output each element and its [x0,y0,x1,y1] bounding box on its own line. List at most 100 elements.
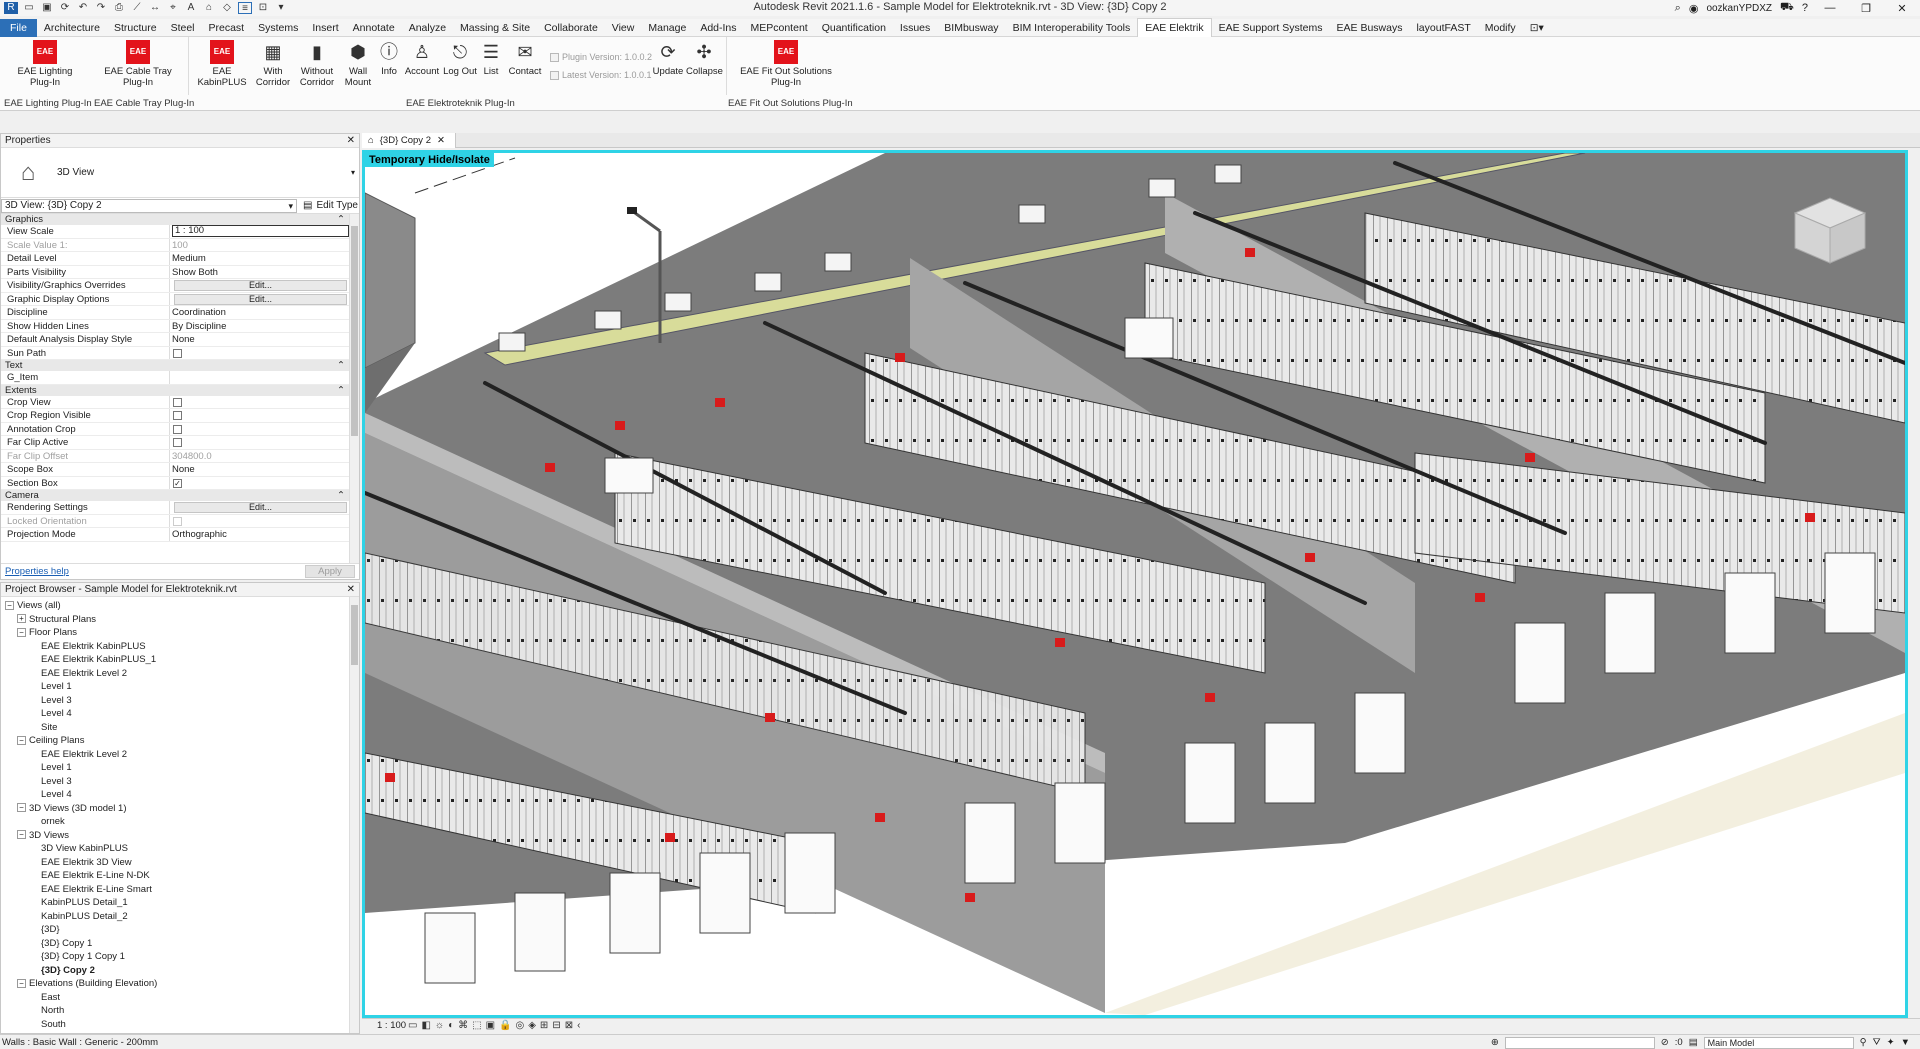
revit-logo-icon[interactable]: R [4,2,18,14]
collapse-node-icon[interactable]: − [17,627,26,637]
browser-tree-item[interactable]: EAE Elektrik 3D View [1,856,359,870]
prop-value[interactable] [170,371,349,384]
collapse-node-icon[interactable]: − [5,600,14,610]
collapse-node-icon[interactable]: − [17,803,26,813]
collapse-group-icon[interactable]: ⌃ [337,360,345,371]
select-pinned-icon[interactable]: ✦ [1887,1037,1895,1048]
rendering-edit-button[interactable]: Edit... [174,502,347,513]
prop-row-view-scale[interactable]: View Scale 1 : 100 [1,225,349,239]
tab-steel[interactable]: Steel [164,19,202,37]
prop-value[interactable]: Orthographic [170,528,349,541]
minimize-button[interactable]: — [1816,2,1844,14]
tab-architecture[interactable]: Architecture [37,19,107,37]
browser-tree-item[interactable]: Level 3 [1,694,359,708]
show-crop-icon[interactable]: ▣ [486,1020,495,1031]
reveal-hidden-icon[interactable]: ◈ [528,1020,536,1031]
prop-row-discipline[interactable]: Discipline Coordination [1,306,349,320]
tab-add-ins[interactable]: Add-Ins [693,19,743,37]
prop-value[interactable]: None [170,463,349,476]
browser-tree-item[interactable]: Level 1 [1,761,359,775]
tab-eae-busways[interactable]: EAE Busways [1330,19,1410,37]
tab-view[interactable]: View [605,19,642,37]
tab-mepcontent[interactable]: MEPcontent [744,19,815,37]
crop-region-checkbox[interactable] [173,411,182,420]
browser-tree-item[interactable]: EAE Elektrik E-Line N-DK [1,869,359,883]
browser-tree-item[interactable]: EAE Elektrik KabinPLUS_1 [1,653,359,667]
scroll-thumb[interactable] [351,226,358,436]
browser-tree-item[interactable]: − Elevations (Building Elevation) [1,977,359,991]
browser-tree-item[interactable]: 3D View KabinPLUS [1,842,359,856]
prop-value[interactable]: Coordination [170,306,349,319]
tab-bim-interoperability-tools[interactable]: BIM Interoperability Tools [1006,19,1138,37]
info-button[interactable]: ⓘ Info [376,40,402,78]
tab-collaborate[interactable]: Collaborate [537,19,605,37]
apply-button[interactable]: Apply [305,565,355,578]
tag-icon[interactable]: ⌖ [166,2,180,14]
graphic-display-edit-button[interactable]: Edit... [174,293,347,305]
far-clip-checkbox[interactable] [173,438,182,447]
restore-button[interactable]: ❐ [1852,2,1880,15]
workset-select[interactable] [1504,1036,1655,1049]
browser-tree-item[interactable]: Level 4 [1,788,359,802]
browser-tree-item[interactable]: {3D} Copy 2 [1,964,359,978]
browser-tree-item[interactable]: −3D Views (3D model 1) [1,802,359,816]
browser-tree-item[interactable]: EAE Elektrik Level 2 [1,748,359,762]
crop-view-checkbox[interactable] [173,397,182,407]
save-icon[interactable]: ▣ [40,2,54,14]
cart-icon[interactable]: ⛟ [1780,1,1794,15]
chevron-down-icon[interactable]: ▾ [351,168,355,177]
redo-icon[interactable]: ↷ [94,2,108,14]
group-header-camera[interactable]: Camera ⌃ [1,490,349,501]
tab-massing-site[interactable]: Massing & Site [453,19,537,37]
browser-tree-item[interactable]: South [1,1018,359,1032]
text-icon[interactable]: A [184,2,198,14]
properties-help-link[interactable]: Properties help [5,566,69,577]
collapse-node-icon[interactable]: − [17,978,26,988]
eae-fitout-button[interactable]: EAE EAE Fit Out Solutions Plug-In [740,40,832,88]
3d-view-icon[interactable]: ⌂ [202,2,216,14]
render-icon[interactable]: ⌘ [458,1020,468,1031]
search-icon[interactable]: ⌕ [1675,2,1681,15]
prop-row-parts-visibility[interactable]: Parts Visibility Show Both [1,265,349,279]
browser-scrollbar[interactable] [349,597,359,1033]
select-links-icon[interactable]: ⚲ [1860,1037,1867,1048]
shadows-icon[interactable]: ◐ [448,1020,454,1031]
tab-layoutfast[interactable]: layoutFAST [1409,19,1477,37]
eae-cabletray-button[interactable]: EAE EAE Cable Tray Plug-In [100,40,176,88]
tab-modify[interactable]: Modify [1478,19,1523,37]
tab-structure[interactable]: Structure [107,19,164,37]
design-option-select[interactable]: Main Model [1703,1036,1854,1049]
filter-icon[interactable]: ▼ [1901,1037,1910,1048]
browser-tree-item[interactable]: Level 3 [1,775,359,789]
browser-tree-item[interactable]: {3D} Copy 1 [1,937,359,951]
ribbon-options-icon[interactable]: ⊡▾ [1523,19,1551,37]
close-hidden-icon[interactable]: ⊡ [256,2,270,14]
browser-tree-item[interactable]: EAE Elektrik E-Line Smart [1,883,359,897]
view-tab[interactable]: ⌂ {3D} Copy 2 ✕ [362,133,456,148]
browser-tree-item[interactable]: Site [1,721,359,735]
prop-row-projection-mode[interactable]: Projection Mode Orthographic [1,528,349,542]
list-button[interactable]: ☰ List [480,40,502,78]
editable-only-icon[interactable]: ⊘ [1661,1037,1669,1048]
browser-tree-item[interactable]: {3D} [1,923,359,937]
without-corridor-button[interactable]: ▮ Without Corridor [296,40,338,89]
tab-issues[interactable]: Issues [893,19,937,37]
browser-tree-item[interactable]: − Views (all) [1,599,359,613]
browser-tree-item[interactable]: ornek [1,815,359,829]
prop-row-analysis-style[interactable]: Default Analysis Display Style None [1,333,349,347]
tab-insert[interactable]: Insert [305,19,345,37]
section-icon[interactable]: ◇ [220,2,234,14]
tab-file[interactable]: File [0,18,37,37]
prop-row-hidden-lines[interactable]: Show Hidden Lines By Discipline [1,319,349,333]
close-window-button[interactable]: ✕ [1888,2,1916,15]
sun-path-checkbox[interactable] [173,348,182,358]
browser-tree-item[interactable]: EAE Elektrik KabinPLUS [1,640,359,654]
annotation-crop-checkbox[interactable] [173,424,182,434]
reveal-constraints-icon[interactable]: ‹ [577,1020,580,1031]
eae-lighting-button[interactable]: EAE EAE Lighting Plug-In [14,40,76,88]
collapse-group-icon[interactable]: ⌃ [337,385,345,396]
group-header-graphics[interactable]: Graphics ⌃ [1,214,349,225]
undo-icon[interactable]: ↶ [76,2,90,14]
prop-row-g-item[interactable]: G_Item [1,371,349,385]
browser-tree-item[interactable]: East [1,991,359,1005]
